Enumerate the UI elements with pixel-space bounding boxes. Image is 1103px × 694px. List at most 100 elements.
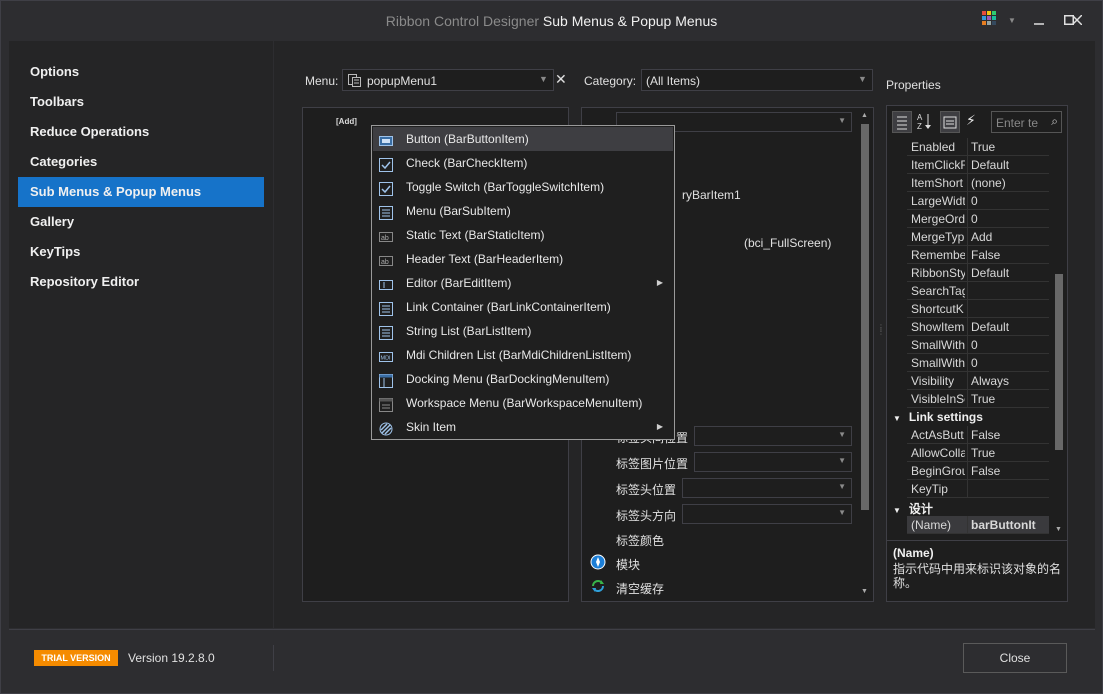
- property-search-input[interactable]: Enter te ⌕: [991, 111, 1062, 133]
- property-row[interactable]: ShortcutK: [907, 300, 1049, 318]
- option-combo[interactable]: ▼: [682, 478, 852, 498]
- collapse-icon[interactable]: ▼: [893, 414, 901, 423]
- trial-version-badge: TRIAL VERSION: [34, 650, 118, 666]
- popup-item-link-container[interactable]: Link Container (BarLinkContainerItem): [373, 295, 673, 319]
- property-row[interactable]: AllowColla True: [907, 444, 1049, 462]
- property-description-text: 指示代码中用来标识该对象的名称。: [893, 562, 1062, 590]
- nav-item-gallery[interactable]: Gallery: [18, 207, 264, 237]
- property-row-selected[interactable]: (Name) barButtonIt: [907, 516, 1049, 534]
- property-row[interactable]: SmallWith 0: [907, 336, 1049, 354]
- nav-item-toolbars[interactable]: Toolbars: [18, 87, 264, 117]
- property-description-title: (Name): [893, 546, 934, 560]
- title-main: Sub Menus & Popup Menus: [542, 13, 718, 29]
- property-row[interactable]: Visibility Always: [907, 372, 1049, 390]
- list-item[interactable]: (bci_FullScreen): [744, 236, 831, 250]
- property-row[interactable]: MergeOrd 0: [907, 210, 1049, 228]
- property-row[interactable]: ActAsButt False: [907, 426, 1049, 444]
- property-row[interactable]: ShowItem Default: [907, 318, 1049, 336]
- splitter-grip[interactable]: ⋮ ⋮: [877, 324, 885, 342]
- categorized-icon[interactable]: [892, 111, 912, 133]
- palette-icon[interactable]: [979, 11, 999, 31]
- nav-item-keytips[interactable]: KeyTips: [18, 237, 264, 267]
- nav-item-repository-editor[interactable]: Repository Editor: [18, 267, 264, 297]
- scroll-down-icon[interactable]: ▼: [1055, 526, 1062, 533]
- scrollbar[interactable]: ▲ ▼: [860, 112, 870, 598]
- scroll-down-icon[interactable]: ▼: [861, 588, 868, 595]
- nav-item-categories[interactable]: Categories: [18, 147, 264, 177]
- popup-item-docking-menu[interactable]: Docking Menu (BarDockingMenuItem): [373, 367, 673, 391]
- palette-dropdown-icon[interactable]: ▼: [1002, 11, 1022, 31]
- popup-item-workspace-menu[interactable]: Workspace Menu (BarWorkspaceMenuItem): [373, 391, 673, 415]
- property-row[interactable]: BeginGrou False: [907, 462, 1049, 480]
- close-button[interactable]: Close: [963, 643, 1067, 673]
- minimize-icon[interactable]: [1029, 11, 1049, 31]
- list-item[interactable]: 清空缓存: [616, 580, 664, 597]
- menu-combo[interactable]: popupMenu1 ▼: [342, 69, 554, 91]
- close-window-icon[interactable]: [1067, 11, 1087, 31]
- list-item[interactable]: 标签头方向: [616, 507, 676, 524]
- chevron-down-icon[interactable]: ▼: [838, 482, 846, 491]
- property-row[interactable]: RibbonSty Default: [907, 264, 1049, 282]
- menu-label: Menu:: [305, 74, 339, 88]
- sort-alphabetical-icon[interactable]: AZ: [916, 111, 936, 133]
- option-combo[interactable]: ▼: [694, 452, 852, 472]
- popup-item-menu[interactable]: Menu (BarSubItem): [373, 199, 673, 223]
- chevron-down-icon[interactable]: ▼: [858, 74, 868, 86]
- popup-item-header-text[interactable]: ab Header Text (BarHeaderItem): [373, 247, 673, 271]
- property-row[interactable]: VisibleInSe True: [907, 390, 1049, 408]
- svg-text:ab: ab: [381, 259, 389, 266]
- category-label: 设计: [908, 502, 933, 516]
- skin-icon: [379, 420, 393, 436]
- chevron-down-icon[interactable]: ▼: [838, 508, 846, 517]
- list-item[interactable]: 标签图片位置: [616, 455, 688, 472]
- property-row[interactable]: Remembe False: [907, 246, 1049, 264]
- property-row[interactable]: SmallWith 0: [907, 354, 1049, 372]
- property-row[interactable]: MergeTyp Add: [907, 228, 1049, 246]
- list-item[interactable]: ryBarItem1: [682, 188, 741, 202]
- compass-icon: [590, 554, 606, 573]
- designer-window: Ribbon Control Designer Sub Menus & Popu…: [0, 0, 1103, 694]
- property-row[interactable]: KeyTip: [907, 480, 1049, 498]
- property-row[interactable]: SearchTag: [907, 282, 1049, 300]
- collapse-icon[interactable]: ▼: [893, 506, 901, 515]
- events-lightning-icon[interactable]: ⚡: [966, 112, 976, 129]
- property-row[interactable]: Enabled True: [907, 138, 1049, 156]
- version-text: Version 19.2.8.0: [128, 651, 215, 665]
- category-combo[interactable]: (All Items) ▼: [641, 69, 873, 91]
- property-pages-icon[interactable]: [940, 111, 960, 133]
- chevron-down-icon[interactable]: ▼: [838, 456, 846, 465]
- menu-combo-value: popupMenu1: [367, 74, 438, 88]
- clear-menu-icon[interactable]: ✕: [555, 71, 567, 88]
- chevron-down-icon[interactable]: ▼: [838, 430, 846, 439]
- popup-item-button[interactable]: Button (BarButtonItem): [373, 127, 673, 151]
- property-row[interactable]: ItemShort (none): [907, 174, 1049, 192]
- popup-item-static-text[interactable]: ab Static Text (BarStaticItem): [373, 223, 673, 247]
- popup-item-check[interactable]: Check (BarCheckItem): [373, 151, 673, 175]
- list-item[interactable]: 模块: [616, 556, 640, 573]
- title-prefix: Ribbon Control Designer: [385, 13, 540, 29]
- property-row[interactable]: LargeWidt 0: [907, 192, 1049, 210]
- nav-item-options[interactable]: Options: [18, 57, 264, 87]
- chevron-down-icon[interactable]: ▼: [838, 116, 846, 125]
- scroll-thumb[interactable]: [1055, 274, 1063, 450]
- option-combo[interactable]: ▼: [694, 426, 852, 446]
- nav-item-reduce-operations[interactable]: Reduce Operations: [18, 117, 264, 147]
- scroll-thumb[interactable]: [861, 124, 869, 510]
- option-combo[interactable]: ▼: [682, 504, 852, 524]
- scroll-up-icon[interactable]: ▲: [861, 112, 868, 119]
- property-row[interactable]: ItemClickF Default: [907, 156, 1049, 174]
- svg-text:ab: ab: [381, 235, 389, 242]
- mdi-icon: MDI: [379, 348, 393, 362]
- chevron-down-icon[interactable]: ▼: [539, 74, 549, 86]
- add-item-link[interactable]: [Add]: [336, 117, 357, 126]
- properties-scrollbar[interactable]: ▼: [1055, 138, 1065, 538]
- popup-item-mdi-children-list[interactable]: MDI Mdi Children List (BarMdiChildrenLis…: [373, 343, 673, 367]
- header-text-icon: ab: [379, 252, 393, 266]
- popup-item-string-list[interactable]: String List (BarListItem): [373, 319, 673, 343]
- popup-item-skin[interactable]: Skin Item ▶: [373, 415, 673, 439]
- list-item[interactable]: 标签颜色: [616, 532, 664, 549]
- list-item[interactable]: 标签头位置: [616, 481, 676, 498]
- popup-item-editor[interactable]: Editor (BarEditItem) ▶: [373, 271, 673, 295]
- popup-item-toggle-switch[interactable]: Toggle Switch (BarToggleSwitchItem): [373, 175, 673, 199]
- nav-item-sub-menus[interactable]: Sub Menus & Popup Menus: [18, 177, 264, 207]
